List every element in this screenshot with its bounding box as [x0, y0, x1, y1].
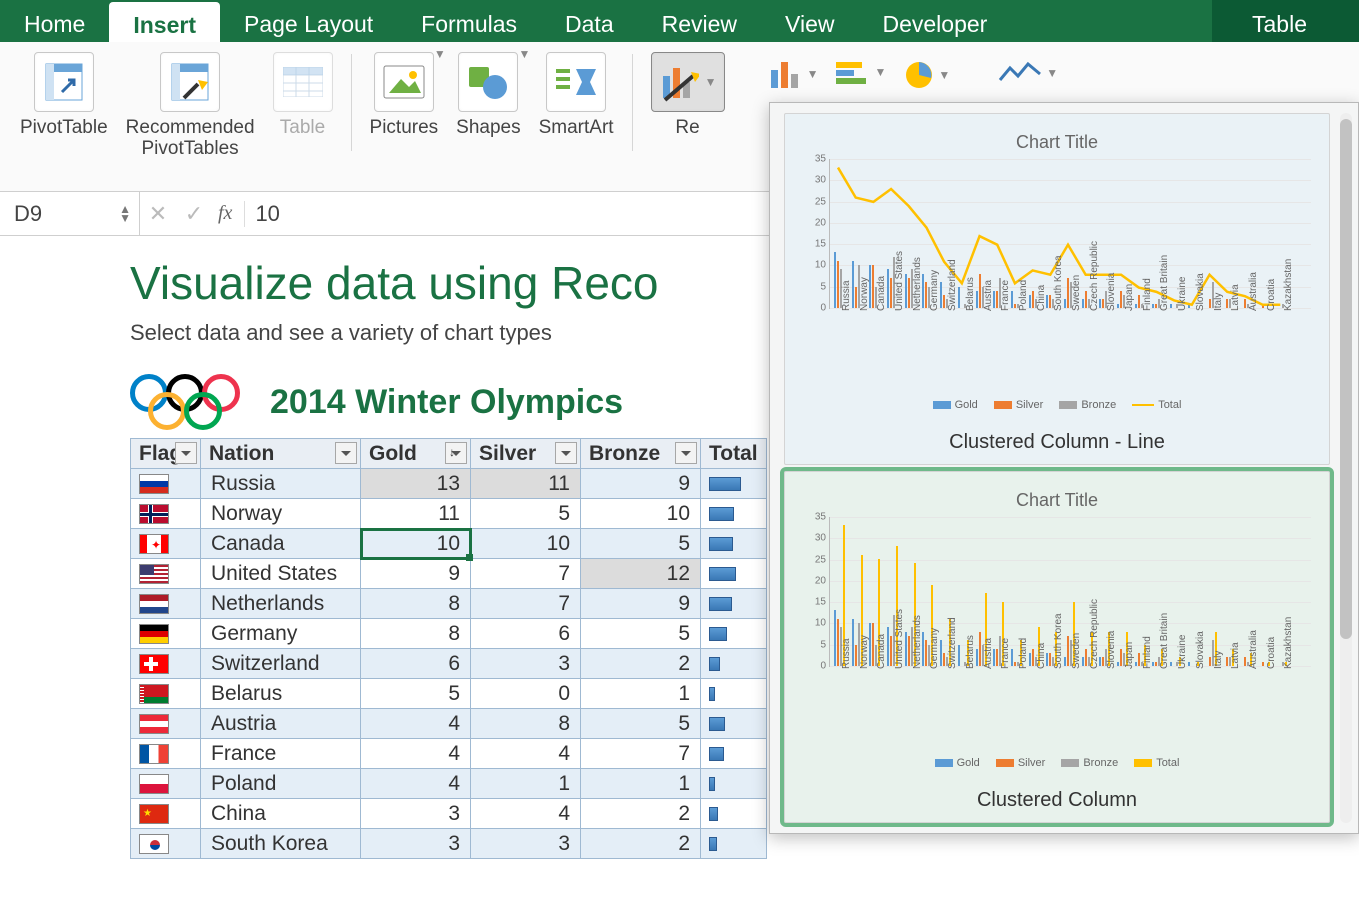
chart-card-caption: Clustered Column - Line [785, 425, 1329, 464]
column-header-nation[interactable]: Nation [201, 439, 361, 469]
name-box[interactable]: D9 ▲▼ [0, 192, 140, 235]
table-row[interactable]: ✦Canada10105 [131, 529, 767, 559]
table-row[interactable]: France447 [131, 739, 767, 769]
table-row[interactable]: Austria485 [131, 709, 767, 739]
cancel-formula-button[interactable]: ✕ [140, 201, 176, 227]
column-header-flag[interactable]: Flag [131, 439, 201, 469]
pictures-button[interactable]: Pictures ▼ [364, 48, 445, 191]
column-chart-button[interactable]: ▼ [767, 58, 821, 90]
tab-developer[interactable]: Developer [858, 0, 1011, 42]
table-row[interactable]: Netherlands879 [131, 589, 767, 619]
table-row[interactable]: United States9712 [131, 559, 767, 589]
shapes-dropdown-icon[interactable]: ▼ [518, 47, 530, 61]
name-box-spinner[interactable]: ▲▼ [119, 205, 131, 223]
ribbon-tabs: Home Insert Page Layout Formulas Data Re… [0, 0, 1359, 42]
tab-view[interactable]: View [761, 0, 858, 42]
shapes-icon [458, 52, 518, 112]
table-row[interactable]: Switzerland632 [131, 649, 767, 679]
recommended-charts-icon: ▼ [651, 52, 725, 112]
pivottable-icon [34, 52, 94, 112]
column-header-total[interactable]: Total [701, 439, 767, 469]
accept-formula-button[interactable]: ✓ [176, 201, 212, 227]
recommended-charts-dropdown: Chart Title05101520253035RussiaNorwayCan… [769, 102, 1359, 834]
smartart-icon [546, 52, 606, 112]
table-title: 2014 Winter Olympics [270, 383, 623, 422]
chart-recommendation-card[interactable]: Chart Title05101520253035RussiaNorwayCan… [784, 113, 1330, 465]
table-row[interactable]: Poland411 [131, 769, 767, 799]
shapes-button[interactable]: Shapes ▼ [450, 48, 526, 191]
dropdown-scrollbar[interactable] [1340, 113, 1352, 823]
tab-review[interactable]: Review [638, 0, 761, 42]
tab-data[interactable]: Data [541, 0, 638, 42]
name-box-value: D9 [14, 201, 42, 227]
filter-button[interactable] [555, 442, 577, 464]
table-row[interactable]: Norway11510 [131, 499, 767, 529]
recommended-charts-button[interactable]: ▼ Re [645, 48, 731, 191]
pictures-icon [374, 52, 434, 112]
recommended-pivottables-button[interactable]: Recommended PivotTables [120, 48, 261, 191]
tab-context-table[interactable]: Table [1212, 0, 1359, 42]
table-row[interactable]: Belarus501 [131, 679, 767, 709]
column-header-gold[interactable]: Gold [361, 439, 471, 469]
smartart-button[interactable]: SmartArt [533, 48, 620, 191]
ribbon: PivotTable Recommended PivotTables Table… [0, 42, 1359, 192]
line-chart-button[interactable]: ▼ [996, 58, 1060, 88]
medals-table[interactable]: FlagNationGoldSilverBronzeTotal Russia13… [130, 438, 767, 859]
fx-icon[interactable]: fx [218, 202, 232, 225]
formula-value[interactable]: 10 [244, 201, 279, 227]
filter-button[interactable] [445, 442, 467, 464]
table-row[interactable]: ★China342 [131, 799, 767, 829]
pie-chart-button[interactable]: ▼ [902, 58, 952, 92]
bar-chart-button[interactable]: ▼ [834, 58, 888, 86]
recommended-pivottables-icon [160, 52, 220, 112]
chart-recommendation-card[interactable]: Chart Title05101520253035RussiaNorwayCan… [784, 471, 1330, 823]
pictures-dropdown-icon[interactable]: ▼ [434, 47, 446, 61]
table-row[interactable]: Germany865 [131, 619, 767, 649]
filter-button[interactable] [675, 442, 697, 464]
column-header-bronze[interactable]: Bronze [581, 439, 701, 469]
pivottable-button[interactable]: PivotTable [14, 48, 114, 191]
olympic-rings-icon [130, 374, 250, 430]
column-header-silver[interactable]: Silver [471, 439, 581, 469]
filter-button[interactable] [335, 442, 357, 464]
table-icon [273, 52, 333, 112]
tab-insert[interactable]: Insert [109, 2, 220, 42]
table-row[interactable]: South Korea332 [131, 829, 767, 859]
table-button[interactable]: Table [267, 48, 339, 191]
tab-formulas[interactable]: Formulas [397, 0, 541, 42]
tab-home[interactable]: Home [0, 0, 109, 42]
tab-page-layout[interactable]: Page Layout [220, 0, 397, 42]
chart-card-caption: Clustered Column [785, 783, 1329, 822]
filter-button[interactable] [175, 442, 197, 464]
table-row[interactable]: Russia13119 [131, 469, 767, 499]
